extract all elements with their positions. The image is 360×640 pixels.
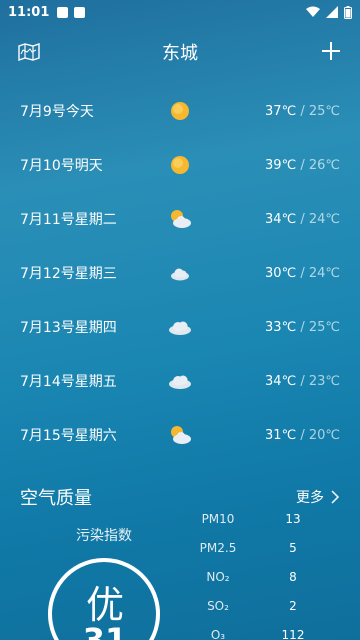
air-quality-more-link[interactable]: 更多 (296, 487, 340, 507)
forecast-row[interactable]: 7月14号星期五 34℃ / 23℃ (0, 354, 360, 408)
pollutant-row: O₃ 112 (190, 628, 330, 640)
day-label: 7月15号星期六 (20, 428, 117, 444)
pollutant-name: NO₂ (206, 570, 230, 584)
temperature-range: 34℃ / 23℃ (265, 373, 340, 389)
pollutant-list: PM10 13 PM2.5 5 NO₂ 8 SO₂ 2 O₃ 112 (190, 512, 330, 640)
pollutant-name: SO₂ (207, 599, 229, 613)
cloudy-icon (169, 321, 191, 335)
app-notification-icon (74, 6, 86, 18)
pollutant-row: SO₂ 2 (190, 599, 330, 628)
signal-icon (326, 6, 338, 18)
temperature-range: 30℃ / 24℃ (265, 265, 340, 281)
pollutant-row: NO₂ 8 (190, 570, 330, 599)
forecast-row[interactable]: 7月15号星期六 31℃ / 20℃ (0, 408, 360, 462)
forecast-row[interactable]: 7月9号今天 37℃ / 25℃ (0, 84, 360, 138)
status-time: 11:01 (8, 4, 50, 20)
city-map-icon[interactable] (18, 42, 40, 62)
image-notification-icon (57, 6, 69, 18)
forecast-row[interactable]: 7月10号明天 39℃ / 26℃ (0, 138, 360, 192)
pollutant-value: 112 (281, 628, 305, 640)
pollution-index-label: 污染指数 (76, 528, 132, 544)
air-quality-value: 31 (82, 621, 128, 640)
day-label: 7月12号星期三 (20, 266, 117, 282)
temperature-range: 33℃ / 25℃ (265, 319, 340, 335)
battery-icon (344, 5, 352, 19)
pollutant-name: O₃ (210, 628, 226, 640)
pollutant-value: 2 (289, 599, 297, 613)
day-label: 7月13号星期四 (20, 320, 117, 336)
air-quality-title: 空气质量 (20, 488, 92, 509)
partly-cloudy-icon (171, 426, 191, 444)
temperature-range: 34℃ / 24℃ (265, 211, 340, 227)
forecast-row[interactable]: 7月11号星期二 34℃ / 24℃ (0, 192, 360, 246)
forecast-row[interactable]: 7月12号星期三 30℃ / 24℃ (0, 246, 360, 300)
cloudy-icon (171, 268, 189, 281)
sunny-icon (171, 102, 189, 120)
pollutant-row: PM10 13 (190, 512, 330, 541)
forecast-list: 7月9号今天 37℃ / 25℃ 7月10号明天 39℃ / 26℃ 7月11号… (0, 84, 360, 462)
pollutant-value: 5 (289, 541, 297, 555)
chevron-right-icon (331, 490, 340, 504)
system-icons (306, 5, 352, 19)
day-label: 7月10号明天 (20, 158, 103, 174)
pollutant-value: 13 (285, 512, 301, 526)
pollutant-row: PM2.5 5 (190, 541, 330, 570)
temperature-range: 31℃ / 20℃ (265, 427, 340, 443)
status-bar: 11:01 (0, 0, 360, 24)
top-bar: 东城 (0, 36, 360, 68)
forecast-row[interactable]: 7月13号星期四 33℃ / 25℃ (0, 300, 360, 354)
day-label: 7月14号星期五 (20, 374, 117, 390)
more-label: 更多 (296, 490, 324, 506)
notification-icons (57, 6, 86, 18)
sunny-icon (171, 156, 189, 174)
add-city-button[interactable] (320, 40, 342, 62)
pollutant-name: PM10 (201, 512, 235, 526)
day-label: 7月11号星期二 (20, 212, 117, 228)
temperature-range: 37℃ / 25℃ (265, 103, 340, 119)
city-title[interactable]: 东城 (162, 39, 198, 65)
partly-cloudy-icon (171, 210, 191, 228)
cloudy-icon (169, 375, 191, 389)
pollutant-value: 8 (289, 570, 297, 584)
pollutant-name: PM2.5 (199, 541, 237, 555)
wifi-icon (306, 6, 320, 17)
day-label: 7月9号今天 (20, 104, 94, 120)
temperature-range: 39℃ / 26℃ (265, 157, 340, 173)
